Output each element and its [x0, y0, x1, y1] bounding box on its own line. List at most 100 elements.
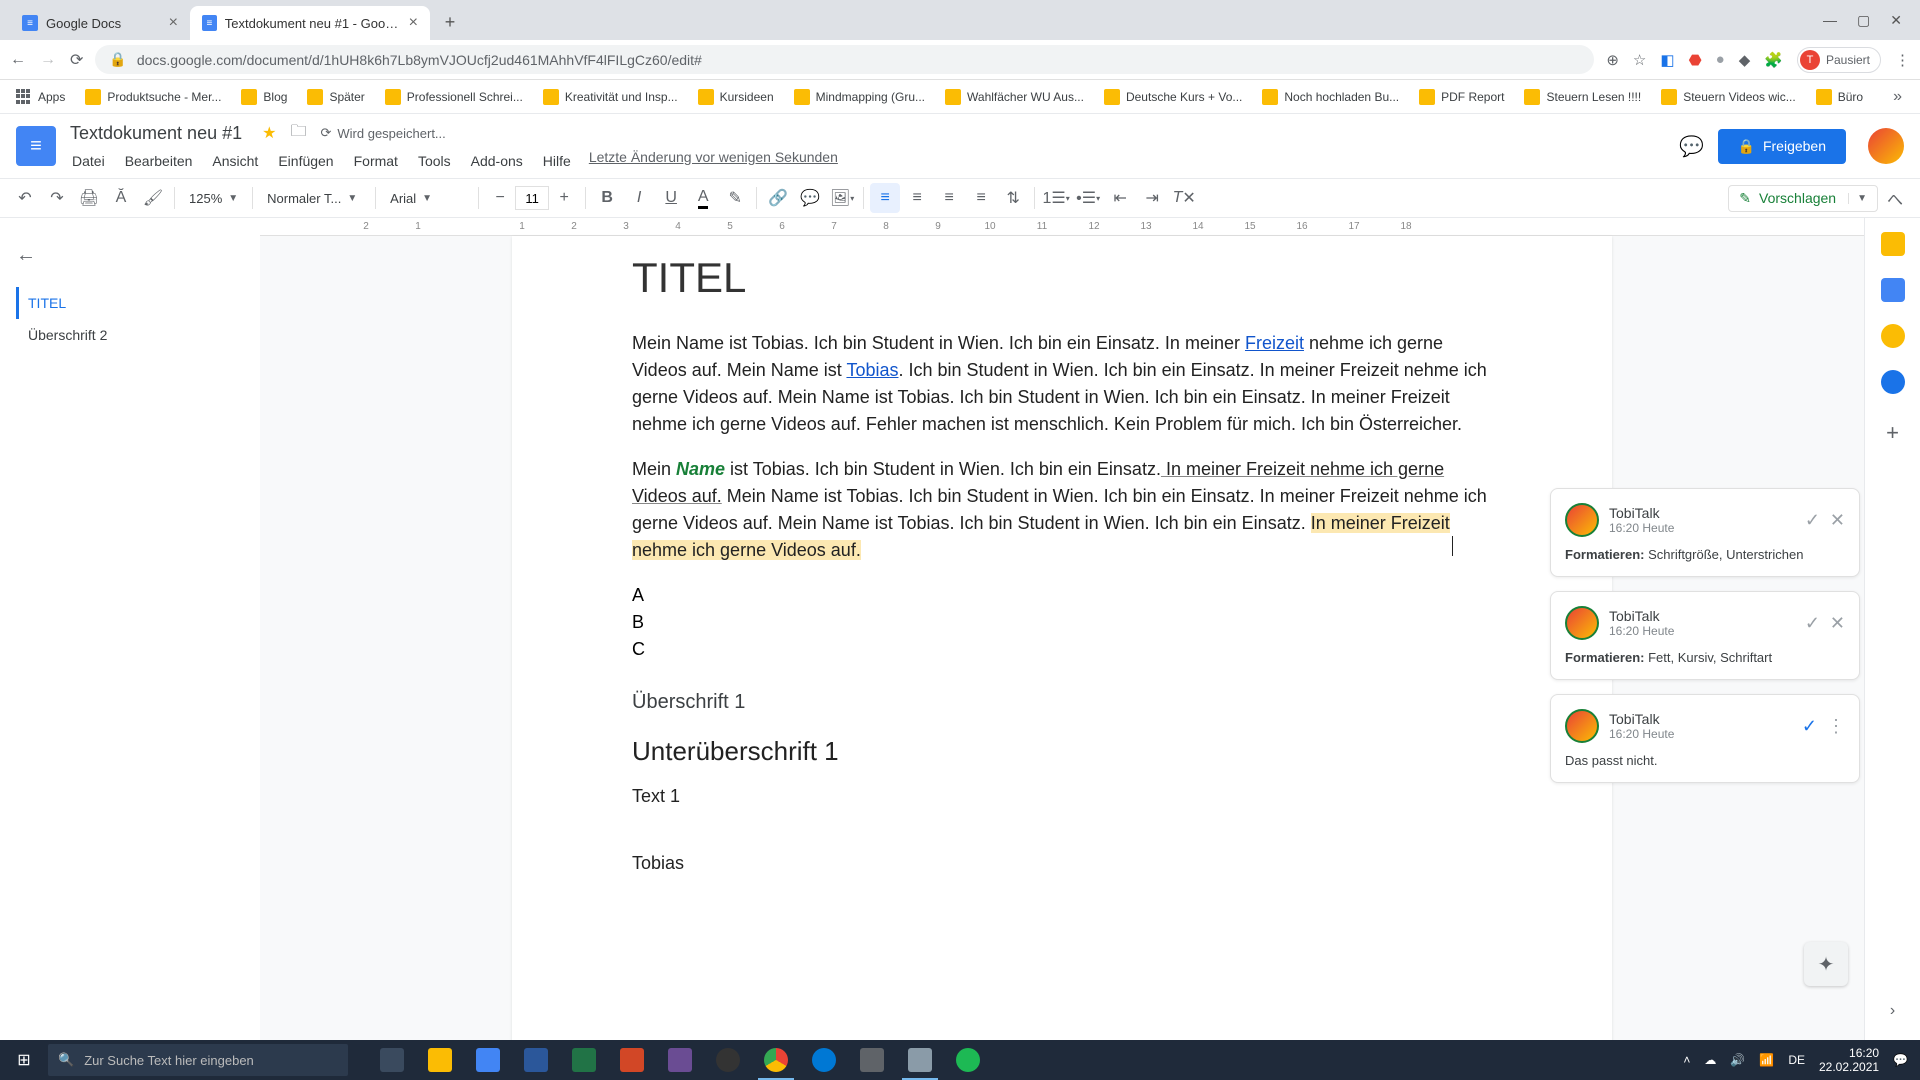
menu-addons[interactable]: Add-ons [463, 149, 531, 173]
align-justify-icon[interactable]: ≡ [966, 183, 996, 213]
document-title-input[interactable]: Textdokument neu #1 [64, 121, 248, 146]
task-view-icon[interactable] [368, 1040, 416, 1080]
bookmarks-overflow-icon[interactable]: » [1885, 88, 1910, 106]
get-addons-icon[interactable]: + [1886, 420, 1899, 446]
menu-einfuegen[interactable]: Einfügen [270, 149, 341, 173]
numbered-list-icon[interactable]: 1☰▾ [1041, 183, 1071, 213]
increase-indent-icon[interactable]: ⇥ [1137, 183, 1167, 213]
apps-shortcut[interactable]: Apps [10, 85, 71, 109]
editing-mode-select[interactable]: ✎ Vorschlagen ▼ [1728, 185, 1878, 212]
reject-suggestion-icon[interactable]: ✕ [1830, 613, 1845, 634]
back-icon[interactable]: ← [10, 51, 26, 69]
chrome-menu-icon[interactable]: ⋮ [1895, 51, 1910, 69]
italic-icon[interactable]: I [624, 183, 654, 213]
powerpoint-icon[interactable] [608, 1040, 656, 1080]
redo-icon[interactable]: ↷ [42, 183, 72, 213]
calendar-addon-icon[interactable] [1881, 232, 1905, 256]
explore-button[interactable]: ✦ [1804, 942, 1848, 986]
bookmark-item[interactable]: Deutsche Kurs + Vo... [1098, 85, 1248, 109]
menu-format[interactable]: Format [346, 149, 406, 173]
notifications-icon[interactable]: 💬 [1893, 1053, 1908, 1067]
extensions-menu-icon[interactable]: 🧩 [1764, 51, 1783, 69]
docs-logo-icon[interactable]: ≡ [16, 126, 56, 166]
last-change-link[interactable]: Letzte Änderung vor wenigen Sekunden [589, 149, 838, 173]
align-left-icon[interactable]: ≡ [870, 183, 900, 213]
undo-icon[interactable]: ↶ [10, 183, 40, 213]
menu-bearbeiten[interactable]: Bearbeiten [117, 149, 201, 173]
bookmark-item[interactable]: Wahlfächer WU Aus... [939, 85, 1090, 109]
url-input[interactable]: 🔒 docs.google.com/document/d/1hUH8k6h7Lb… [95, 45, 1594, 74]
outline-item[interactable]: Überschrift 2 [16, 319, 244, 351]
new-tab-button[interactable]: + [436, 8, 464, 36]
extension-icon[interactable]: ◆ [1739, 51, 1751, 69]
suggestion-card[interactable]: TobiTalk16:20 Heute ✓✕ Formatieren: Schr… [1550, 488, 1860, 577]
decrease-font-icon[interactable]: − [485, 183, 515, 213]
bookmark-item[interactable]: Professionell Schrei... [379, 85, 529, 109]
app-icon[interactable] [656, 1040, 704, 1080]
bookmark-item[interactable]: Steuern Lesen !!!! [1518, 85, 1647, 109]
menu-datei[interactable]: Datei [64, 149, 113, 173]
taskbar-search-input[interactable]: 🔍 Zur Suche Text hier eingeben [48, 1044, 348, 1076]
paragraph-style-select[interactable]: Normaler T...▼ [259, 183, 369, 213]
link[interactable]: Freizeit [1245, 333, 1304, 353]
clear-formatting-icon[interactable]: T✕ [1169, 183, 1199, 213]
word-icon[interactable] [512, 1040, 560, 1080]
zoom-select[interactable]: 125%▼ [181, 183, 246, 213]
font-select[interactable]: Arial▼ [382, 183, 472, 213]
bookmark-item[interactable]: Mindmapping (Gru... [788, 85, 931, 109]
reload-icon[interactable]: ⟳ [70, 50, 83, 70]
forward-icon[interactable]: → [40, 51, 56, 69]
bookmark-item[interactable]: Produktsuche - Mer... [79, 85, 227, 109]
link[interactable]: Tobias [846, 360, 898, 380]
outline-item[interactable]: TITEL [16, 287, 244, 319]
insert-link-icon[interactable]: 🔗 [763, 183, 793, 213]
bookmark-item[interactable]: Noch hochladen Bu... [1256, 85, 1405, 109]
highlight-color-icon[interactable]: ✎ [720, 183, 750, 213]
bold-icon[interactable]: B [592, 183, 622, 213]
increase-font-icon[interactable]: + [549, 183, 579, 213]
extension-icon[interactable]: ⬣ [1689, 51, 1702, 69]
bookmark-item[interactable]: Kursideen [692, 85, 780, 109]
contacts-addon-icon[interactable] [1881, 370, 1905, 394]
collapse-toolbar-icon[interactable]: へ [1880, 183, 1910, 213]
bookmark-item[interactable]: PDF Report [1413, 85, 1510, 109]
bookmark-item[interactable]: Büro [1810, 85, 1869, 109]
star-icon[interactable]: ☆ [1633, 51, 1646, 69]
minimize-icon[interactable]: — [1823, 12, 1837, 28]
excel-icon[interactable] [560, 1040, 608, 1080]
tray-expand-icon[interactable]: ˄ [1683, 1053, 1690, 1067]
close-icon[interactable]: × [169, 14, 178, 32]
document-page[interactable]: TITEL Mein Name ist Tobias. Ich bin Stud… [512, 236, 1612, 1040]
maximize-icon[interactable]: ▢ [1857, 12, 1870, 29]
edge-icon[interactable] [800, 1040, 848, 1080]
keep-addon-icon[interactable] [1881, 278, 1905, 302]
suggestion-card[interactable]: TobiTalk16:20 Heute ✓✕ Formatieren: Fett… [1550, 591, 1860, 680]
horizontal-ruler[interactable]: 21123456789101112131415161718 [260, 218, 1864, 236]
bulleted-list-icon[interactable]: •☰▾ [1073, 183, 1103, 213]
app-icon[interactable] [848, 1040, 896, 1080]
extension-icon[interactable]: ● [1716, 51, 1725, 68]
reject-suggestion-icon[interactable]: ✕ [1830, 510, 1845, 531]
onedrive-icon[interactable]: ☁ [1704, 1053, 1716, 1067]
underline-icon[interactable]: U [656, 183, 686, 213]
close-icon[interactable]: × [409, 14, 418, 32]
spellcheck-icon[interactable]: Ă [106, 183, 136, 213]
bookmark-item[interactable]: Kreativität und Insp... [537, 85, 684, 109]
text-color-icon[interactable]: A [688, 183, 718, 213]
browser-tab[interactable]: ≡ Google Docs × [10, 6, 190, 40]
resolve-comment-icon[interactable]: ✓ [1802, 716, 1817, 737]
browser-tab-active[interactable]: ≡ Textdokument neu #1 - Google D × [190, 6, 430, 40]
file-explorer-icon[interactable] [416, 1040, 464, 1080]
menu-tools[interactable]: Tools [410, 149, 459, 173]
start-button[interactable]: ⊞ [0, 1040, 48, 1080]
obs-icon[interactable] [704, 1040, 752, 1080]
zoom-icon[interactable]: ⊕ [1606, 51, 1619, 69]
volume-icon[interactable]: 🔊 [1730, 1053, 1745, 1067]
insert-image-icon[interactable]: 🖼▾ [827, 183, 857, 213]
comment-menu-icon[interactable]: ⋮ [1827, 716, 1845, 737]
bookmark-item[interactable]: Steuern Videos wic... [1655, 85, 1802, 109]
close-window-icon[interactable]: ✕ [1890, 12, 1902, 29]
app-icon[interactable] [464, 1040, 512, 1080]
align-right-icon[interactable]: ≡ [934, 183, 964, 213]
close-outline-icon[interactable]: ← [16, 234, 244, 287]
